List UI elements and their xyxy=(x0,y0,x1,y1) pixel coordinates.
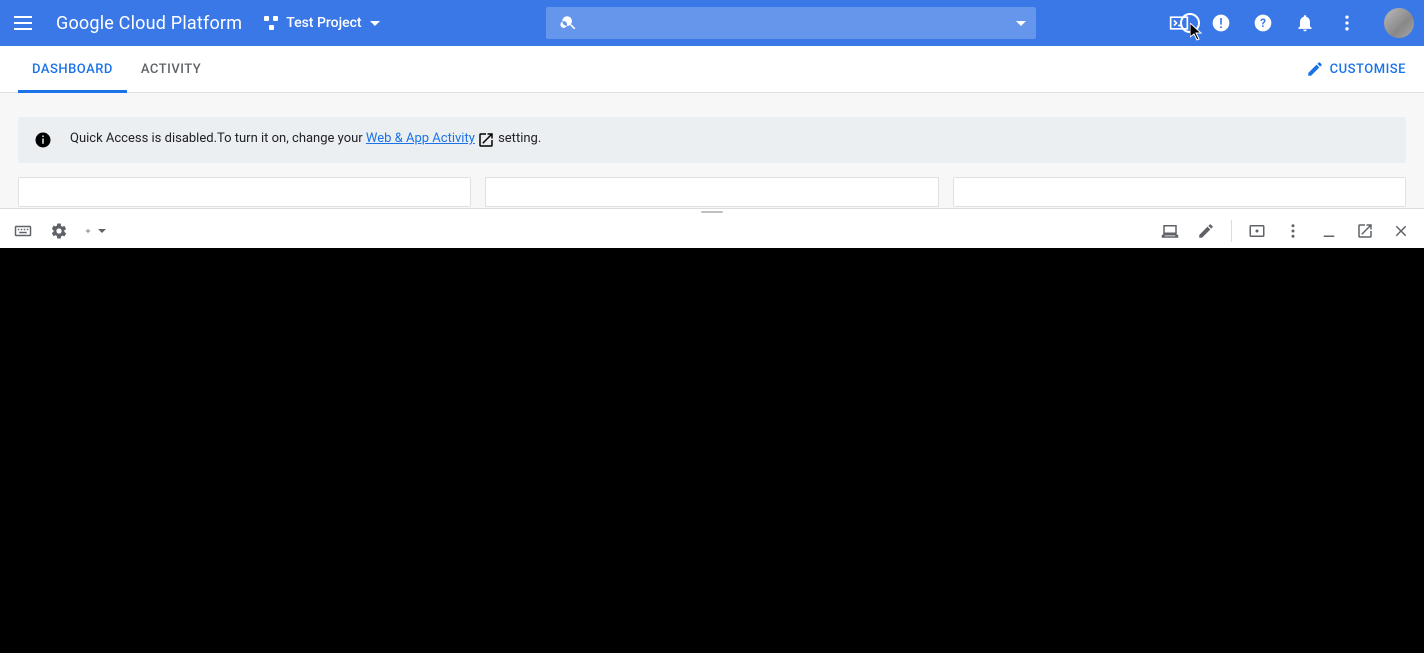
tab-dashboard[interactable]: DASHBOARD xyxy=(18,46,127,92)
chevron-down-icon xyxy=(370,21,380,26)
banner-text: Quick Access is disabled.To turn it on, … xyxy=(70,131,541,149)
header-actions: ? xyxy=(1168,8,1414,38)
tab-activity[interactable]: ACTIVITY xyxy=(127,46,215,92)
customise-label: CUSTOMISE xyxy=(1330,62,1406,77)
chevron-down-icon xyxy=(98,229,106,233)
search-icon xyxy=(560,14,578,32)
external-link-icon xyxy=(477,131,495,149)
project-icon xyxy=(264,16,278,30)
pencil-icon xyxy=(1306,60,1324,78)
laptop-icon[interactable] xyxy=(1159,220,1181,242)
dashboard-card xyxy=(18,177,471,207)
search-container xyxy=(546,7,1036,39)
search-box[interactable] xyxy=(546,7,1036,39)
top-header: Google Cloud Platform Test Project ? xyxy=(0,0,1424,46)
more-vert-icon[interactable] xyxy=(1336,12,1358,34)
new-tab-button[interactable] xyxy=(84,220,106,242)
separator xyxy=(1231,220,1232,242)
quick-access-banner: Quick Access is disabled.To turn it on, … xyxy=(18,117,1406,163)
cards-row xyxy=(18,177,1406,207)
dashboard-content: Quick Access is disabled.To turn it on, … xyxy=(0,93,1424,208)
terminal-area[interactable] xyxy=(0,248,1424,653)
cloud-shell-icon[interactable] xyxy=(1168,12,1190,34)
dashboard-card xyxy=(485,177,938,207)
keyboard-icon[interactable] xyxy=(12,220,34,242)
open-new-window-icon[interactable] xyxy=(1354,220,1376,242)
minimize-icon[interactable] xyxy=(1318,220,1340,242)
cloud-shell-panel xyxy=(0,208,1424,653)
menu-icon[interactable] xyxy=(14,11,38,35)
dashboard-card xyxy=(953,177,1406,207)
search-dropdown-icon[interactable] xyxy=(1016,21,1026,26)
banner-link[interactable]: Web & App Activity xyxy=(366,131,495,146)
web-preview-icon[interactable] xyxy=(1246,220,1268,242)
platform-logo-text: Google Cloud Platform xyxy=(56,13,242,34)
close-icon[interactable] xyxy=(1390,220,1412,242)
customise-button[interactable]: CUSTOMISE xyxy=(1306,60,1406,78)
project-picker[interactable]: Test Project xyxy=(264,15,379,31)
search-input[interactable] xyxy=(592,15,1002,31)
shell-toolbar xyxy=(0,214,1424,248)
help-icon[interactable]: ? xyxy=(1252,12,1274,34)
more-vert-icon[interactable] xyxy=(1282,220,1304,242)
notifications-icon[interactable] xyxy=(1294,12,1316,34)
edit-icon[interactable] xyxy=(1195,220,1217,242)
tabs-bar: DASHBOARD ACTIVITY CUSTOMISE xyxy=(0,46,1424,93)
alert-icon[interactable] xyxy=(1210,12,1232,34)
svg-text:?: ? xyxy=(1260,16,1266,30)
banner-prefix: Quick Access is disabled.To turn it on, … xyxy=(70,131,366,146)
banner-link-text: Web & App Activity xyxy=(366,131,475,146)
settings-icon[interactable] xyxy=(48,220,70,242)
user-avatar[interactable] xyxy=(1384,8,1414,38)
info-icon xyxy=(34,131,52,149)
project-name: Test Project xyxy=(286,15,361,31)
banner-suffix: setting. xyxy=(495,131,541,146)
